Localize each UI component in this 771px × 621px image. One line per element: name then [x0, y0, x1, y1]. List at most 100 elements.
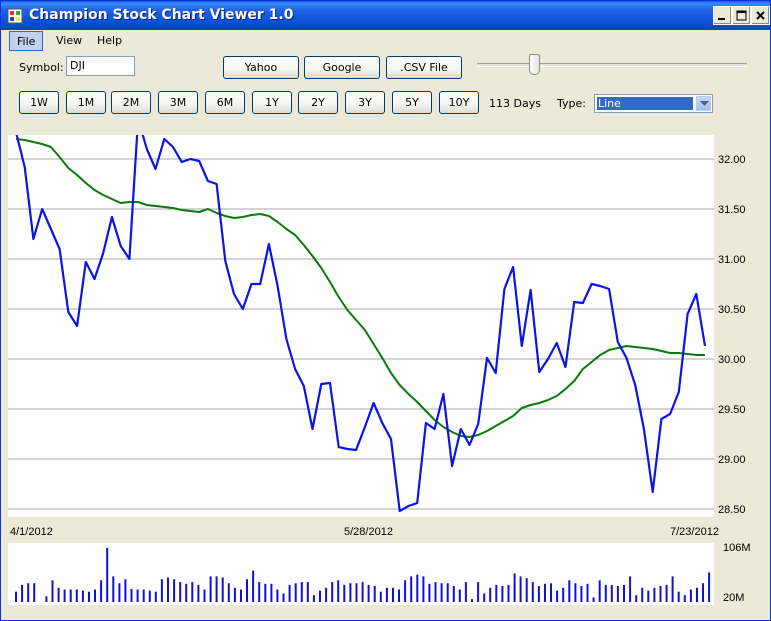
- volume-bar: [604, 584, 607, 602]
- volume-axis-label: 20M: [723, 592, 744, 604]
- volume-bar: [81, 590, 84, 602]
- volume-bar: [580, 586, 583, 602]
- yahoo-button[interactable]: Yahoo: [223, 56, 299, 79]
- volume-bar: [276, 589, 279, 602]
- type-label: Type:: [557, 97, 586, 110]
- zoom-slider[interactable]: [471, 53, 754, 79]
- range-2m-button[interactable]: 2M: [111, 91, 151, 114]
- y-tick-label: 31.00: [718, 254, 746, 266]
- volume-bar: [586, 583, 589, 602]
- chart-type-select[interactable]: Line: [594, 94, 713, 113]
- x-axis-label: 4/1/2012: [10, 526, 53, 538]
- volume-bar: [367, 584, 370, 602]
- close-button[interactable]: [751, 6, 770, 25]
- volume-bar: [240, 589, 242, 602]
- volume-bar: [252, 570, 255, 602]
- volume-bar: [592, 597, 595, 602]
- volume-bar: [623, 584, 625, 602]
- range-1m-button[interactable]: 1M: [66, 91, 106, 114]
- volume-bar: [610, 584, 613, 602]
- volume-bar: [537, 586, 540, 602]
- volume-bar: [325, 587, 328, 603]
- range-2y-button[interactable]: 2Y: [298, 91, 338, 114]
- volume-bar: [525, 578, 528, 602]
- volume-bar: [130, 588, 133, 602]
- volume-bar: [124, 579, 127, 602]
- google-button[interactable]: Google: [304, 56, 380, 79]
- range-5y-button[interactable]: 5Y: [392, 91, 432, 114]
- volume-bar: [57, 587, 60, 603]
- y-tick-label: 29.50: [718, 404, 746, 416]
- slider-thumb[interactable]: [528, 54, 540, 75]
- dropdown-button[interactable]: [696, 96, 711, 111]
- symbol-label: Symbol:: [19, 61, 64, 74]
- volume-bar: [215, 576, 218, 603]
- volume-bar: [677, 591, 680, 602]
- menu-file[interactable]: File: [9, 31, 44, 51]
- volume-bar: [355, 583, 358, 602]
- chart-type-value: Line: [597, 97, 693, 110]
- range-1y-button[interactable]: 1Y: [252, 91, 292, 114]
- volume-bar: [373, 586, 376, 602]
- volume-axis-label: 106M: [723, 542, 751, 554]
- range-3y-button[interactable]: 3Y: [345, 91, 385, 114]
- csv-file-button[interactable]: .CSV File: [386, 56, 462, 79]
- range-3m-button[interactable]: 3M: [158, 91, 198, 114]
- volume-bar: [33, 583, 36, 602]
- volume-bar: [464, 582, 467, 602]
- volume-bar: [689, 589, 692, 602]
- volume-bar: [27, 583, 30, 602]
- volume-bar: [233, 587, 236, 603]
- volume-bar: [258, 582, 261, 602]
- title-bar[interactable]: Champion Stock Chart Viewer 1.0: [1, 1, 770, 30]
- symbol-input[interactable]: DJI: [66, 56, 135, 76]
- volume-bar: [319, 590, 321, 602]
- minimize-icon: [718, 18, 725, 20]
- volume-bar: [337, 580, 340, 602]
- range-6m-button[interactable]: 6M: [205, 91, 245, 114]
- volume-bar: [665, 584, 668, 602]
- volume-bar: [683, 595, 686, 602]
- volume-bar: [702, 583, 704, 602]
- range-1w-button[interactable]: 1W: [19, 91, 59, 114]
- volume-bar: [440, 583, 443, 602]
- volume-bar: [270, 583, 273, 602]
- volume-bar: [94, 589, 96, 602]
- y-tick-label: 31.50: [718, 204, 746, 216]
- volume-bar: [112, 576, 115, 603]
- volume-bar: [392, 587, 394, 603]
- y-tick-label: 28.50: [718, 504, 746, 516]
- volume-bar: [550, 583, 552, 602]
- volume-bar: [531, 582, 534, 602]
- menu-view[interactable]: View: [49, 31, 89, 51]
- volume-bar: [45, 596, 48, 602]
- menu-help[interactable]: Help: [90, 31, 129, 51]
- volume-bar: [300, 582, 303, 602]
- volume-bar: [404, 580, 407, 602]
- volume-bar: [100, 580, 103, 602]
- volume-bar: [647, 590, 650, 602]
- volume-bar: [246, 579, 248, 602]
- volume-bar: [142, 589, 145, 602]
- volume-bar: [556, 590, 559, 602]
- minimize-button[interactable]: [713, 6, 732, 25]
- maximize-button[interactable]: [732, 6, 751, 25]
- slider-track: [477, 63, 747, 67]
- volume-bar: [197, 584, 200, 602]
- volume-bar: [51, 580, 54, 602]
- volume-bar: [562, 587, 565, 603]
- range-10y-button[interactable]: 10Y: [439, 91, 479, 114]
- close-icon: [756, 11, 765, 20]
- volume-bar: [106, 547, 109, 602]
- y-tick-label: 29.00: [718, 454, 746, 466]
- volume-bar: [160, 579, 163, 602]
- maximize-icon: [736, 10, 747, 21]
- stock-chart[interactable]: 32.00 31.50 31.00 30.50 30.00 29.50 29.00 28.50…: [8, 135, 757, 609]
- volume-bar: [653, 587, 656, 603]
- volume-bar: [385, 587, 388, 603]
- volume-bar: [154, 591, 157, 602]
- volume-bar: [398, 589, 400, 602]
- volume-bar: [63, 589, 66, 602]
- volume-bar: [191, 582, 194, 602]
- volume-bar: [483, 593, 486, 602]
